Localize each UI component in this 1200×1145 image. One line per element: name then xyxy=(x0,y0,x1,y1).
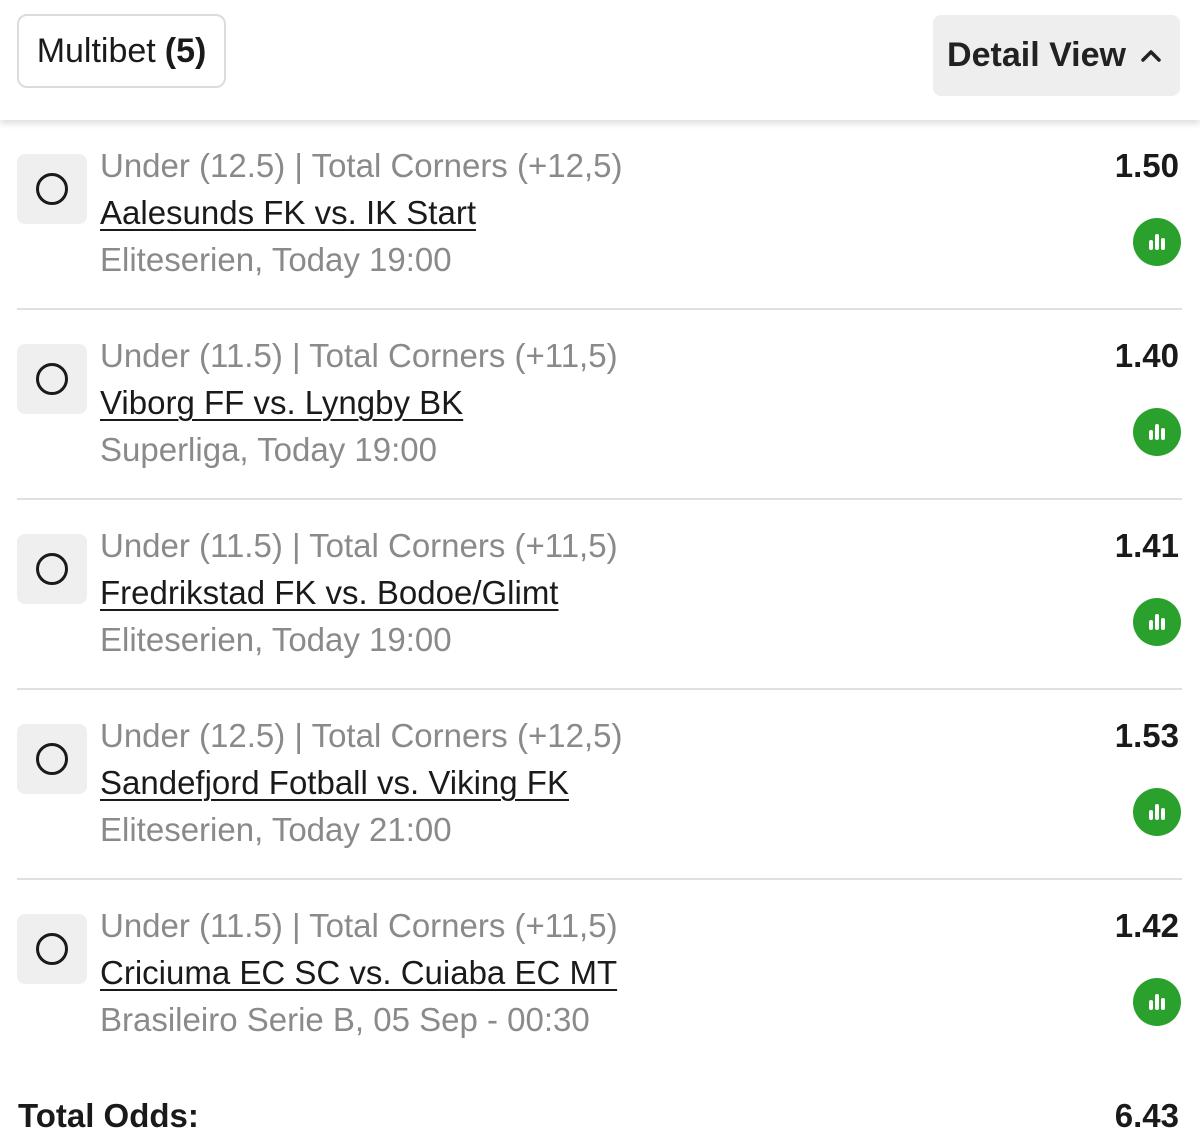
match-link[interactable]: Aalesunds FK vs. IK Start xyxy=(100,194,476,232)
bet-row: Under (12.5) | Total Corners (+12,5) San… xyxy=(0,690,1200,880)
bet-selection: Under (12.5) | Total Corners (+12,5) xyxy=(100,717,623,754)
stats-icon[interactable] xyxy=(1133,978,1181,1026)
bet-selection: Under (11.5) | Total Corners (+11,5) xyxy=(100,527,618,564)
radio-unselected-icon xyxy=(36,173,68,205)
bet-row: Under (11.5) | Total Corners (+11,5) Vib… xyxy=(0,310,1200,500)
league-time: Eliteserien, Today 19:00 xyxy=(100,241,452,278)
league-time: Eliteserien, Today 21:00 xyxy=(100,811,452,848)
bet-list: Under (12.5) | Total Corners (+12,5) Aal… xyxy=(0,120,1200,1070)
betslip-header: Multibet (5) Detail View xyxy=(0,0,1200,120)
match-link[interactable]: Criciuma EC SC vs. Cuiaba EC MT xyxy=(100,954,617,992)
stats-bar-icon xyxy=(1149,804,1165,820)
stats-icon[interactable] xyxy=(1133,788,1181,836)
chevron-up-icon xyxy=(1141,49,1161,62)
select-bet-button[interactable] xyxy=(17,914,87,984)
betslip-page: Multibet (5) Detail View Under (12.5) | … xyxy=(0,0,1200,1145)
bet-selection: Under (12.5) | Total Corners (+12,5) xyxy=(100,147,623,184)
stats-bar-icon xyxy=(1149,424,1165,440)
multibet-label: Multibet xyxy=(36,31,156,70)
select-bet-button[interactable] xyxy=(17,724,87,794)
radio-unselected-icon xyxy=(36,553,68,585)
bet-odds: 1.41 xyxy=(1114,527,1179,564)
stats-bar-icon xyxy=(1149,614,1165,630)
match-link[interactable]: Fredrikstad FK vs. Bodoe/Glimt xyxy=(100,574,558,612)
bet-odds: 1.53 xyxy=(1114,717,1179,754)
select-bet-button[interactable] xyxy=(17,344,87,414)
bet-odds: 1.40 xyxy=(1114,337,1179,374)
total-odds-value: 6.43 xyxy=(1114,1097,1179,1134)
radio-unselected-icon xyxy=(36,363,68,395)
detail-view-label: Detail View xyxy=(947,36,1126,74)
radio-unselected-icon xyxy=(36,743,68,775)
stats-bar-icon xyxy=(1149,234,1165,250)
stats-icon[interactable] xyxy=(1133,598,1181,646)
stats-icon[interactable] xyxy=(1133,218,1181,266)
bet-selection: Under (11.5) | Total Corners (+11,5) xyxy=(100,337,618,374)
total-odds-label: Total Odds: xyxy=(18,1097,199,1134)
bet-row: Under (11.5) | Total Corners (+11,5) Cri… xyxy=(0,880,1200,1070)
stats-icon[interactable] xyxy=(1133,408,1181,456)
league-time: Superliga, Today 19:00 xyxy=(100,431,437,468)
select-bet-button[interactable] xyxy=(17,154,87,224)
radio-unselected-icon xyxy=(36,933,68,965)
bet-odds: 1.42 xyxy=(1114,907,1179,944)
league-time: Eliteserien, Today 19:00 xyxy=(100,621,452,658)
multibet-count: (5) xyxy=(164,31,207,70)
multibet-tab[interactable]: Multibet (5) xyxy=(17,14,226,88)
match-link[interactable]: Viborg FF vs. Lyngby BK xyxy=(100,384,463,422)
bet-selection: Under (11.5) | Total Corners (+11,5) xyxy=(100,907,618,944)
bet-row: Under (11.5) | Total Corners (+11,5) Fre… xyxy=(0,500,1200,690)
league-time: Brasileiro Serie B, 05 Sep - 00:30 xyxy=(100,1001,590,1038)
stats-bar-icon xyxy=(1149,994,1165,1010)
select-bet-button[interactable] xyxy=(17,534,87,604)
bet-odds: 1.50 xyxy=(1114,147,1179,184)
detail-view-toggle[interactable]: Detail View xyxy=(933,15,1180,96)
match-link[interactable]: Sandefjord Fotball vs. Viking FK xyxy=(100,764,569,802)
bet-row: Under (12.5) | Total Corners (+12,5) Aal… xyxy=(0,120,1200,310)
